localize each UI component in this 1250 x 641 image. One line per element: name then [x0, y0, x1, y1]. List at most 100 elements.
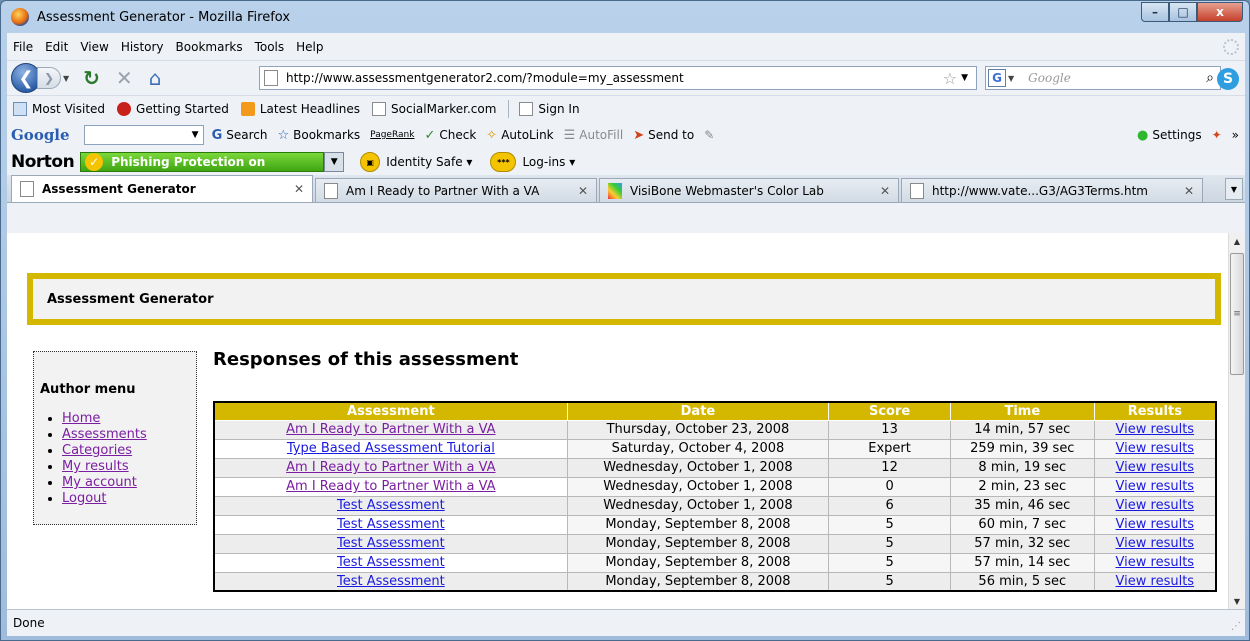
- search-bar[interactable]: G ▼ Google ⌕: [985, 66, 1221, 90]
- assessment-link[interactable]: Test Assessment: [337, 555, 445, 570]
- history-dropdown-icon[interactable]: ▼: [63, 74, 69, 83]
- menu-help[interactable]: Help: [296, 40, 323, 54]
- table-header-row: Assessment Date Score Time Results: [213, 401, 1217, 421]
- home-icon[interactable]: ⌂: [149, 66, 162, 90]
- rss-icon: [240, 101, 255, 116]
- send-to-button[interactable]: ➤ Send to: [633, 128, 694, 143]
- close-tab-icon[interactable]: ✕: [294, 182, 304, 196]
- menu-link-logout[interactable]: Logout: [62, 491, 107, 506]
- close-tab-icon[interactable]: ✕: [880, 184, 890, 198]
- menu-link-assessments[interactable]: Assessments: [62, 427, 147, 442]
- maximize-button[interactable]: □: [1169, 2, 1197, 22]
- scroll-up-icon[interactable]: ▲: [1229, 233, 1245, 249]
- date-cell: Wednesday, October 1, 2008: [566, 476, 830, 497]
- tab-list-button[interactable]: ▼: [1225, 178, 1243, 200]
- menu-link-categories[interactable]: Categories: [62, 443, 132, 458]
- scroll-thumb[interactable]: ≡: [1230, 253, 1244, 375]
- extension-icon[interactable]: ✦: [1212, 128, 1222, 142]
- assessment-link[interactable]: Am I Ready to Partner With a VA: [286, 422, 495, 437]
- vertical-scrollbar[interactable]: ▲ ≡ ▼: [1228, 233, 1245, 609]
- tab-visibone[interactable]: VisiBone Webmaster's Color Lab ✕: [599, 178, 899, 202]
- bookmark-label: Most Visited: [32, 101, 106, 116]
- bookmark-sign-in[interactable]: Sign In: [519, 101, 580, 116]
- bookmark-latest-headlines[interactable]: Latest Headlines: [240, 101, 360, 116]
- scroll-down-icon[interactable]: ▼: [1229, 593, 1245, 609]
- bookmark-star-icon[interactable]: ☆: [943, 69, 957, 88]
- bookmark-most-visited[interactable]: Most Visited: [13, 101, 106, 116]
- close-button[interactable]: x: [1197, 2, 1243, 22]
- firefox-icon: [11, 8, 29, 26]
- menu-file[interactable]: File: [13, 40, 33, 54]
- google-search-input[interactable]: ▼: [83, 125, 204, 145]
- menu-link-my-results[interactable]: My results: [62, 459, 129, 474]
- view-results-link[interactable]: View results: [1116, 574, 1195, 589]
- google-bookmarks-button[interactable]: ☆ Bookmarks: [277, 128, 360, 143]
- url-dropdown-icon[interactable]: ▼: [961, 73, 968, 83]
- view-results-link[interactable]: View results: [1116, 536, 1195, 551]
- assessment-link[interactable]: Am I Ready to Partner With a VA: [286, 460, 495, 475]
- menu-history[interactable]: History: [121, 40, 164, 54]
- author-menu: Author menu Home Assessments Categories …: [33, 351, 197, 525]
- google-search-button[interactable]: G Search: [212, 128, 268, 143]
- assessment-link[interactable]: Test Assessment: [337, 498, 445, 513]
- logins-label: Log-ins: [522, 155, 566, 169]
- identity-safe-button[interactable]: ▣ Identity Safe ▾: [360, 152, 472, 172]
- assessment-link[interactable]: Type Based Assessment Tutorial: [287, 441, 495, 456]
- spell-check-button[interactable]: ✓ Check: [424, 128, 476, 143]
- toolbar-overflow-icon[interactable]: »: [1232, 128, 1239, 142]
- close-tab-icon[interactable]: ✕: [578, 184, 588, 198]
- close-tab-icon[interactable]: ✕: [1184, 184, 1194, 198]
- resize-grip-icon[interactable]: ⋰: [1231, 621, 1241, 632]
- pagerank-indicator[interactable]: PageRank: [370, 130, 414, 140]
- highlighter-icon[interactable]: ✎: [704, 128, 714, 142]
- tab-partner-va[interactable]: Am I Ready to Partner With a VA ✕: [315, 178, 597, 202]
- minimize-button[interactable]: –: [1141, 2, 1169, 22]
- menu-edit[interactable]: Edit: [45, 40, 68, 54]
- most-visited-icon: [13, 101, 27, 116]
- reload-icon[interactable]: ↻: [83, 66, 100, 90]
- menu-view[interactable]: View: [80, 40, 108, 54]
- view-results-link[interactable]: View results: [1116, 422, 1195, 437]
- assessment-link[interactable]: Test Assessment: [337, 536, 445, 551]
- search-input[interactable]: Google: [1028, 71, 1206, 85]
- bookmark-separator: [508, 99, 510, 118]
- autolink-button[interactable]: ✧ AutoLink: [486, 128, 553, 143]
- skype-icon[interactable]: S: [1217, 68, 1239, 90]
- search-engine-icon[interactable]: G: [988, 69, 1006, 87]
- view-results-link[interactable]: View results: [1116, 555, 1195, 570]
- menu-link-home[interactable]: Home: [62, 411, 100, 426]
- view-results-link[interactable]: View results: [1116, 441, 1195, 456]
- view-results-link[interactable]: View results: [1116, 498, 1195, 513]
- menu-link-my-account[interactable]: My account: [62, 475, 137, 490]
- assessment-link[interactable]: Am I Ready to Partner With a VA: [286, 479, 495, 494]
- url-input[interactable]: http://www.assessmentgenerator2.com/?mod…: [286, 71, 943, 85]
- bookmark-label: Sign In: [538, 101, 580, 116]
- autofill-button[interactable]: ☰ AutoFill: [564, 128, 624, 143]
- phishing-protection-status[interactable]: ✓ Phishing Protection on: [80, 152, 325, 172]
- tab-label: VisiBone Webmaster's Color Lab: [630, 183, 824, 198]
- tab-ag3-terms[interactable]: http://www.vate...G3/AG3Terms.htm ✕: [901, 178, 1203, 202]
- search-engine-dropdown-icon[interactable]: ▼: [1008, 74, 1014, 83]
- tab-assessment-generator[interactable]: Assessment Generator ✕: [11, 175, 313, 202]
- forward-button[interactable]: ❯: [37, 67, 61, 89]
- stop-icon[interactable]: ✕: [116, 66, 133, 90]
- menu-tools[interactable]: Tools: [255, 40, 285, 54]
- autofill-label: AutoFill: [579, 128, 624, 142]
- assessment-link[interactable]: Test Assessment: [337, 517, 445, 532]
- phishing-dropdown-icon[interactable]: ▼: [324, 152, 345, 172]
- view-results-link[interactable]: View results: [1116, 517, 1195, 532]
- url-bar[interactable]: http://www.assessmentgenerator2.com/?mod…: [259, 66, 977, 90]
- title-bar[interactable]: Assessment Generator - Mozilla Firefox –…: [1, 1, 1249, 33]
- bookmark-socialmarker[interactable]: SocialMarker.com: [372, 101, 496, 116]
- logins-button[interactable]: *** Log-ins ▾: [490, 152, 575, 172]
- view-results-link[interactable]: View results: [1116, 479, 1195, 494]
- score-cell: 5: [828, 533, 951, 554]
- google-settings-button[interactable]: ● Settings: [1137, 128, 1202, 143]
- menu-bookmarks[interactable]: Bookmarks: [176, 40, 243, 54]
- search-icon[interactable]: ⌕: [1206, 70, 1214, 86]
- page-icon: [910, 182, 924, 199]
- view-results-link[interactable]: View results: [1116, 460, 1195, 475]
- bookmark-getting-started[interactable]: Getting Started: [117, 101, 229, 116]
- bookmarks-toolbar: Most Visited Getting Started Latest Head…: [7, 95, 1245, 121]
- assessment-link[interactable]: Test Assessment: [337, 574, 445, 589]
